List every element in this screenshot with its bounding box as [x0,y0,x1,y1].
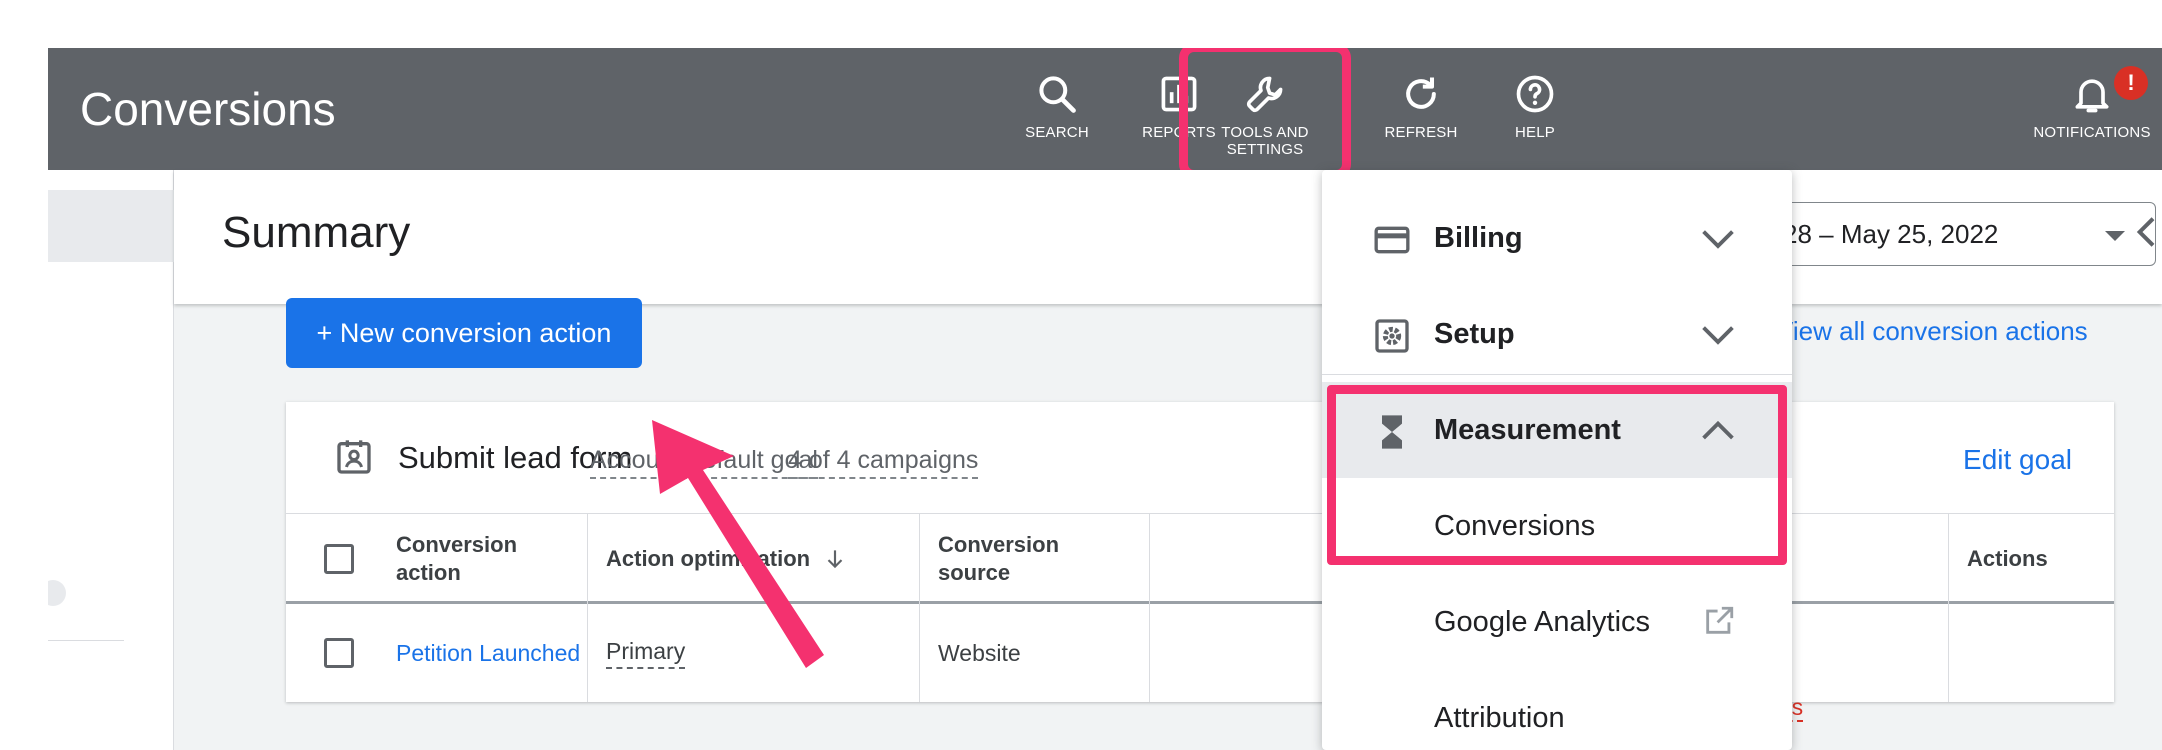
account-default-goal-label[interactable]: Account-default goal [590,446,818,479]
optimization-value[interactable]: Primary [606,638,686,669]
col-conversion-action[interactable]: Conversion action [286,514,588,604]
menu-item-billing[interactable]: Billing [1322,190,1792,286]
conversion-action-link[interactable]: Petition Launched [396,640,580,667]
source-value: Website [938,639,1021,666]
view-all-conversion-actions-link[interactable]: View all conversion actions [1776,316,2088,347]
help-button-label: HELP [1515,124,1555,141]
col-conversion-action-label: Conversion action [396,532,518,585]
table-row: Petition Launched Primary Website [286,604,2114,702]
refresh-button-label: REFRESH [1384,124,1458,141]
notifications-button-label: NOTIFICATIONS [2033,124,2151,141]
app-page: Conversions SEARCH REPORTS TOOLS AND SET… [48,48,2162,750]
menu-item-google-analytics-label: Google Analytics [1434,606,1651,638]
left-nav [48,170,174,750]
lead-form-icon [337,440,371,474]
arrow-down-icon [827,550,843,569]
tools-and-settings-button[interactable]: TOOLS AND SETTINGS [1179,48,1351,179]
notifications-button[interactable]: ! NOTIFICATIONS [2022,66,2162,162]
left-nav-indicator-dot [48,580,66,606]
goal-card: Submit lead form Account-default goal 4 … [286,402,2114,702]
goal-card-header: Submit lead form Account-default goal 4 … [286,402,2114,514]
page-title: Conversions [80,83,336,135]
menu-item-billing-label: Billing [1434,222,1523,254]
row-conversion-action: Petition Launched [286,604,588,702]
external-link-icon [1706,606,1734,634]
menu-item-setup[interactable]: Setup [1322,286,1792,382]
edit-goal-link[interactable]: Edit goal [1963,444,2072,476]
tools-label-line2: SETTINGS [1226,141,1304,158]
wrench-icon [1246,76,1283,113]
chevron-left-icon[interactable] [2128,212,2162,252]
search-icon [1039,76,1076,113]
campaigns-count-label[interactable]: 4 of 4 campaigns [788,446,979,479]
chevron-down-icon [1702,230,1734,249]
menu-item-attribution-label: Attribution [1434,702,1565,734]
search-button-label: SEARCH [1025,124,1089,141]
top-bar: Conversions SEARCH REPORTS TOOLS AND SET… [48,48,2162,179]
col-actions-label: Actions [1967,546,2048,571]
chevron-down-icon [2105,231,2125,241]
help-icon [1516,75,1554,113]
search-button[interactable]: SEARCH [992,72,1122,162]
row-action-optimization: Primary [588,604,920,702]
left-nav-divider [48,640,124,641]
credit-card-icon [1374,226,1410,254]
refresh-icon [1406,77,1436,109]
col-source-label-line2: source [938,560,1011,585]
gear-icon [1375,319,1409,353]
help-button[interactable]: HELP [1470,72,1600,162]
row-conversion-source: Website [920,604,1150,702]
row-checkbox[interactable] [324,638,354,668]
select-all-checkbox[interactable] [324,544,354,574]
summary-title: Summary [222,208,411,257]
left-nav-selected-item[interactable] [48,190,174,262]
table-header: Conversion action Action optimization Co… [286,514,2114,604]
menu-item-setup-label: Setup [1434,318,1515,350]
chevron-down-icon [1702,326,1734,345]
col-action-optimization[interactable]: Action optimization [588,514,920,604]
refresh-button[interactable]: REFRESH [1356,72,1486,162]
col-actions: Actions [1948,514,2114,604]
date-range-picker[interactable]: 28 – May 25, 2022 [1756,202,2156,266]
highlight-box-measurement [1327,385,1787,565]
row-actions [1948,604,2114,702]
tools-label-line1: TOOLS AND [1221,124,1309,141]
col-conversion-source[interactable]: Conversion source [920,514,1150,604]
col-action-optimization-label: Action optimization [606,546,811,571]
screen: Conversions SEARCH REPORTS TOOLS AND SET… [0,0,2162,750]
menu-divider [1322,374,1792,375]
notification-badge: ! [2114,66,2148,100]
date-range-text: 28 – May 25, 2022 [1783,219,1999,249]
new-conversion-action-button[interactable]: + New conversion action [286,298,642,368]
menu-item-google-analytics[interactable]: Google Analytics [1322,574,1792,670]
bell-icon [2075,79,2109,113]
col-source-label-line1: Conversion [938,532,1060,557]
menu-item-attribution[interactable]: Attribution [1322,670,1792,750]
